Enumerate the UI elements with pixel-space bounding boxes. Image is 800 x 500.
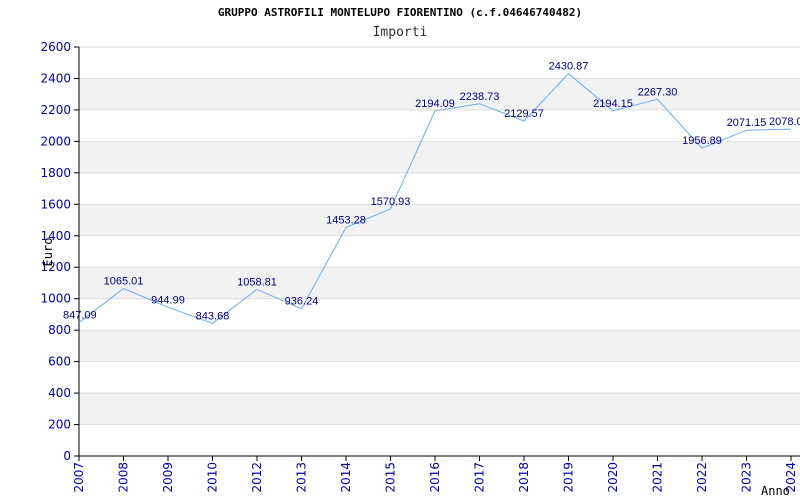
x-tick-label: 2009 xyxy=(161,462,175,493)
y-tick-label: 2600 xyxy=(40,40,71,54)
data-label: 2071.15 xyxy=(727,117,767,129)
y-tick-label: 1000 xyxy=(40,292,71,306)
x-tick-label: 2023 xyxy=(740,462,754,493)
x-tick-label: 2016 xyxy=(428,462,442,493)
data-label: 936.24 xyxy=(285,296,319,308)
data-label: 1570.93 xyxy=(371,196,411,208)
data-label: 847.09 xyxy=(63,310,97,322)
x-tick-label: 2017 xyxy=(473,462,487,493)
y-tick-label: 800 xyxy=(48,323,71,337)
grid-band xyxy=(79,393,800,425)
y-tick-label: 1600 xyxy=(40,197,71,211)
y-tick-label: 2000 xyxy=(40,134,71,148)
data-label: 2267.30 xyxy=(638,86,678,98)
y-tick-label: 600 xyxy=(48,355,71,369)
y-tick-label: 200 xyxy=(48,418,71,432)
data-label: 944.99 xyxy=(151,294,185,306)
grid-band xyxy=(79,267,800,299)
y-tick-label: 0 xyxy=(63,449,71,463)
data-label: 1956.89 xyxy=(682,135,722,147)
x-tick-label: 2013 xyxy=(295,462,309,493)
data-label: 843.68 xyxy=(196,310,230,322)
line-chart: 0200400600800100012001400160018002000220… xyxy=(40,40,800,498)
x-tick-label: 2020 xyxy=(606,462,620,493)
y-tick-label: 1800 xyxy=(40,166,71,180)
grid-band xyxy=(79,204,800,236)
x-tick-label: 2019 xyxy=(562,462,576,493)
data-label: 1453.28 xyxy=(326,214,366,226)
x-axis-label: Anno xyxy=(761,484,790,498)
x-tick-label: 2008 xyxy=(117,462,131,493)
data-label: 2194.09 xyxy=(415,98,455,110)
data-label: 2129.57 xyxy=(504,108,544,120)
data-label: 1065.01 xyxy=(104,275,144,287)
data-label: 2430.87 xyxy=(549,61,589,73)
data-label: 1058.81 xyxy=(237,276,277,288)
x-tick-label: 2022 xyxy=(695,462,709,493)
x-tick-label: 2018 xyxy=(517,462,531,493)
y-tick-label: 2400 xyxy=(40,71,71,85)
x-tick-label: 2007 xyxy=(72,462,86,493)
y-tick-label: 2200 xyxy=(40,103,71,117)
x-tick-label: 2014 xyxy=(339,462,353,493)
x-tick-label: 2015 xyxy=(384,462,398,493)
x-tick-label: 2012 xyxy=(250,462,264,493)
data-label: 2078.0 xyxy=(769,116,800,128)
y-tick-label: 400 xyxy=(48,386,71,400)
data-label: 2194.15 xyxy=(593,98,633,110)
data-label: 2238.73 xyxy=(460,91,500,103)
x-tick-label: 2010 xyxy=(206,462,220,493)
grid-band xyxy=(79,330,800,362)
y-axis-label: Euro xyxy=(41,238,55,267)
x-tick-label: 2021 xyxy=(651,462,665,493)
